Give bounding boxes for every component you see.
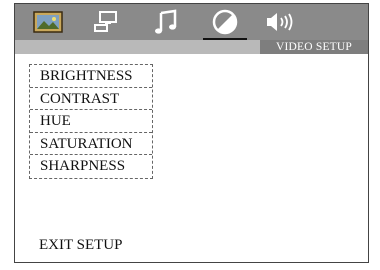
exit-setup-button[interactable]: EXIT SETUP (39, 237, 122, 254)
tab-video-setup[interactable] (204, 7, 246, 37)
menu-item-saturation[interactable]: SATURATION (30, 133, 152, 155)
video-setup-menu: BRIGHTNESS CONTRAST HUE SATURATION SHARP… (29, 64, 153, 179)
music-note-icon (153, 9, 179, 35)
menu-item-brightness[interactable]: BRIGHTNESS (30, 65, 152, 88)
tab-general[interactable] (27, 7, 69, 37)
speaker-audio-icon (264, 11, 298, 33)
monitor-setup-icon (91, 10, 121, 34)
tab-display-setup[interactable] (85, 7, 127, 37)
menu-item-hue[interactable]: HUE (30, 110, 152, 133)
setup-screen: VIDEO SETUP BRIGHTNESS CONTRAST HUE SATU… (14, 3, 369, 263)
tab-audio-music[interactable] (145, 7, 187, 37)
video-setup-icon (212, 9, 238, 35)
tab-speaker-setup[interactable] (260, 7, 302, 37)
section-title: VIDEO SETUP (260, 40, 368, 54)
picture-icon (33, 11, 63, 33)
menu-item-sharpness[interactable]: SHARPNESS (30, 155, 152, 178)
menu-item-contrast[interactable]: CONTRAST (30, 88, 152, 110)
